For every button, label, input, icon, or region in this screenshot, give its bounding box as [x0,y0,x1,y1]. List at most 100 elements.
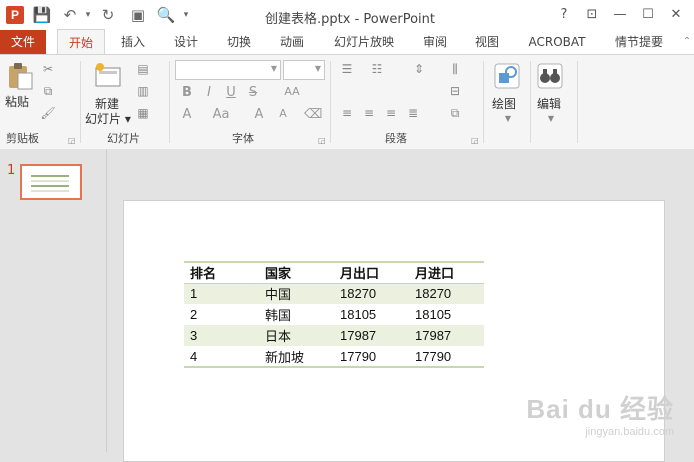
paste-button[interactable]: 粘贴 [5,93,29,110]
save-icon[interactable]: 💾 [32,5,52,25]
layout-icon[interactable]: ▤ [135,61,151,77]
chevron-down-icon: ▼ [314,64,321,73]
font-name-combobox[interactable]: ▼ [175,60,281,80]
character-spacing-button[interactable]: AA [280,85,304,98]
group-slides: 新建 幻灯片 ▾ ▤ ▥ ▦ 幻灯片 [81,55,169,149]
baidu-watermark: Bai du 经验 jingyan.baidu.com [526,389,674,438]
copy-icon[interactable]: ⧉ [40,83,56,99]
justify-icon[interactable]: ≣ [405,105,421,121]
smartart-icon[interactable]: ⧉ [447,105,463,121]
italic-button[interactable]: I [200,85,218,100]
chevron-down-icon[interactable]: ▼ [543,111,559,127]
maximize-button[interactable]: ☐ [635,4,661,26]
table-cell[interactable]: 17790 [409,346,484,368]
undo-icon[interactable]: ↶ [60,5,80,25]
shapes-icon[interactable] [492,61,522,91]
print-preview-icon[interactable]: 🔍 [156,5,176,25]
table-cell[interactable]: 新加坡 [259,346,334,368]
undo-dropdown-icon[interactable]: ▾ [78,5,98,25]
paste-icon[interactable] [6,61,36,91]
table-cell[interactable]: 韩国 [259,304,334,325]
cut-icon[interactable]: ✂ [40,61,56,77]
section-icon[interactable]: ▦ [135,105,151,121]
table-header-cell[interactable]: 国家 [259,261,334,284]
table-cell[interactable]: 18105 [409,304,484,325]
close-button[interactable]: ✕ [663,4,689,26]
tab-acrobat[interactable]: ACROBAT [522,30,592,54]
slide-table[interactable]: 排名 国家 月出口 月进口 1 中国 18270 18270 2 韩国 1810… [184,261,484,368]
help-button[interactable]: ? [551,4,577,26]
table-header-cell[interactable]: 月进口 [409,261,484,284]
bullets-icon[interactable]: ☰ [339,61,355,77]
strikethrough-button[interactable]: S [244,85,262,100]
table-cell[interactable]: 17987 [409,325,484,346]
tab-home[interactable]: 开始 [57,29,105,55]
tab-storyboard[interactable]: 情节提要 [606,30,672,54]
font-color-button[interactable]: A [178,107,196,122]
table-cell[interactable]: 18105 [334,304,409,325]
numbering-icon[interactable]: ☷ [369,61,385,77]
table-cell[interactable]: 中国 [259,283,334,304]
slide-thumbnail[interactable] [20,164,82,200]
group-clipboard: 粘贴 ✂ ⧉ 🖌 剪贴板 ◲ [0,55,80,149]
align-center-icon[interactable]: ≡ [361,105,377,121]
table-cell[interactable]: 3 [184,325,259,346]
customize-toolbar-icon[interactable]: ▾ [176,5,196,25]
bold-button[interactable]: B [178,85,196,100]
group-font: ▼ ▼ B I U S AA Aa A A A ⌫ 字体 ◲ [170,55,330,149]
increase-font-button[interactable]: A [250,107,268,122]
paragraph-launcher-icon[interactable]: ◲ [471,136,479,145]
chevron-down-icon[interactable]: ▼ [500,111,516,127]
table-cell[interactable]: 日本 [259,325,334,346]
tab-design[interactable]: 设计 [163,30,209,54]
tab-file[interactable]: 文件 [0,30,46,54]
table-cell[interactable]: 4 [184,346,259,368]
tab-review[interactable]: 审阅 [412,30,458,54]
align-left-icon[interactable]: ≡ [339,105,355,121]
table-header-cell[interactable]: 月出口 [334,261,409,284]
group-label-font: 字体 [232,132,254,145]
decrease-font-icon[interactable]: A [274,107,292,120]
underline-button[interactable]: U [222,85,240,100]
table-row: 1 中国 18270 18270 [184,283,484,304]
window-title: 创建表格.pptx - PowerPoint [265,12,435,27]
align-right-icon[interactable]: ≡ [383,105,399,121]
clear-formatting-icon[interactable]: ⌫ [304,107,322,122]
watermark-main: Bai du 经验 [526,394,674,424]
tab-insert[interactable]: 插入 [110,30,156,54]
reset-icon[interactable]: ▥ [135,83,151,99]
tab-animations[interactable]: 动画 [269,30,315,54]
change-case-button[interactable]: Aa [210,107,232,122]
table-row: 4 新加坡 17790 17790 [184,346,484,368]
table-cell[interactable]: 2 [184,304,259,325]
new-slide-dropdown[interactable]: 幻灯片 ▾ [85,110,131,127]
table-cell[interactable]: 18270 [409,283,484,304]
new-slide-icon[interactable] [93,61,123,91]
table-cell[interactable]: 17987 [334,325,409,346]
ribbon-collapse-icon[interactable]: ⌃ [680,30,694,54]
format-painter-icon[interactable]: 🖌 [40,105,56,121]
table-cell[interactable]: 1 [184,283,259,304]
group-editing: 编辑 ▼ [531,55,577,149]
start-from-beginning-icon[interactable]: ▣ [128,5,148,25]
find-binoculars-icon[interactable] [535,61,565,91]
redo-icon[interactable]: ↻ [98,5,118,25]
tab-slideshow[interactable]: 幻灯片放映 [326,30,402,54]
table-header-cell[interactable]: 排名 [184,261,259,284]
font-launcher-icon[interactable]: ◲ [318,136,326,145]
tab-view[interactable]: 视图 [464,30,510,54]
editing-button[interactable]: 编辑 [537,95,561,112]
group-label-clipboard: 剪贴板 [6,132,39,145]
table-row: 2 韩国 18105 18105 [184,304,484,325]
drawing-button[interactable]: 绘图 [492,95,516,112]
minimize-button[interactable]: — [607,4,633,26]
font-size-combobox[interactable]: ▼ [283,60,325,80]
line-spacing-icon[interactable]: ⇕ [411,61,427,77]
table-cell[interactable]: 18270 [334,283,409,304]
table-cell[interactable]: 17790 [334,346,409,368]
text-direction-icon[interactable]: ⫼ [447,61,463,77]
clipboard-launcher-icon[interactable]: ◲ [68,136,76,145]
align-text-icon[interactable]: ⊟ [447,83,463,99]
ribbon-display-button[interactable]: ⊡ [579,4,605,26]
tab-transitions[interactable]: 切换 [216,30,262,54]
